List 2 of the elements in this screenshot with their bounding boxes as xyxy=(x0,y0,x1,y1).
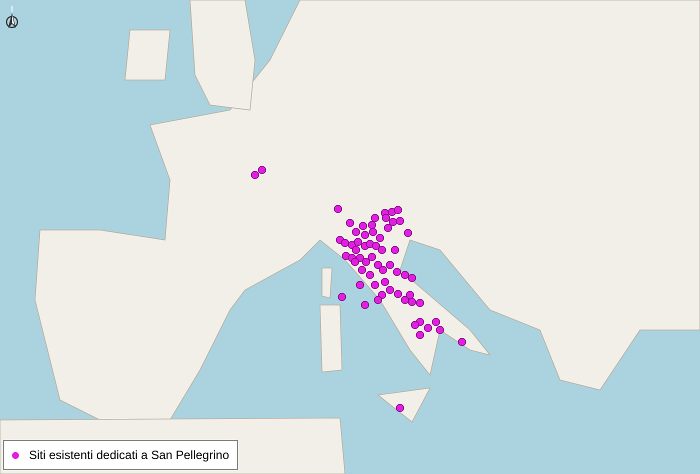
legend-label: Siti esistenti dedicati a San Pellegrino xyxy=(29,447,230,464)
legend-marker-icon xyxy=(12,452,19,458)
